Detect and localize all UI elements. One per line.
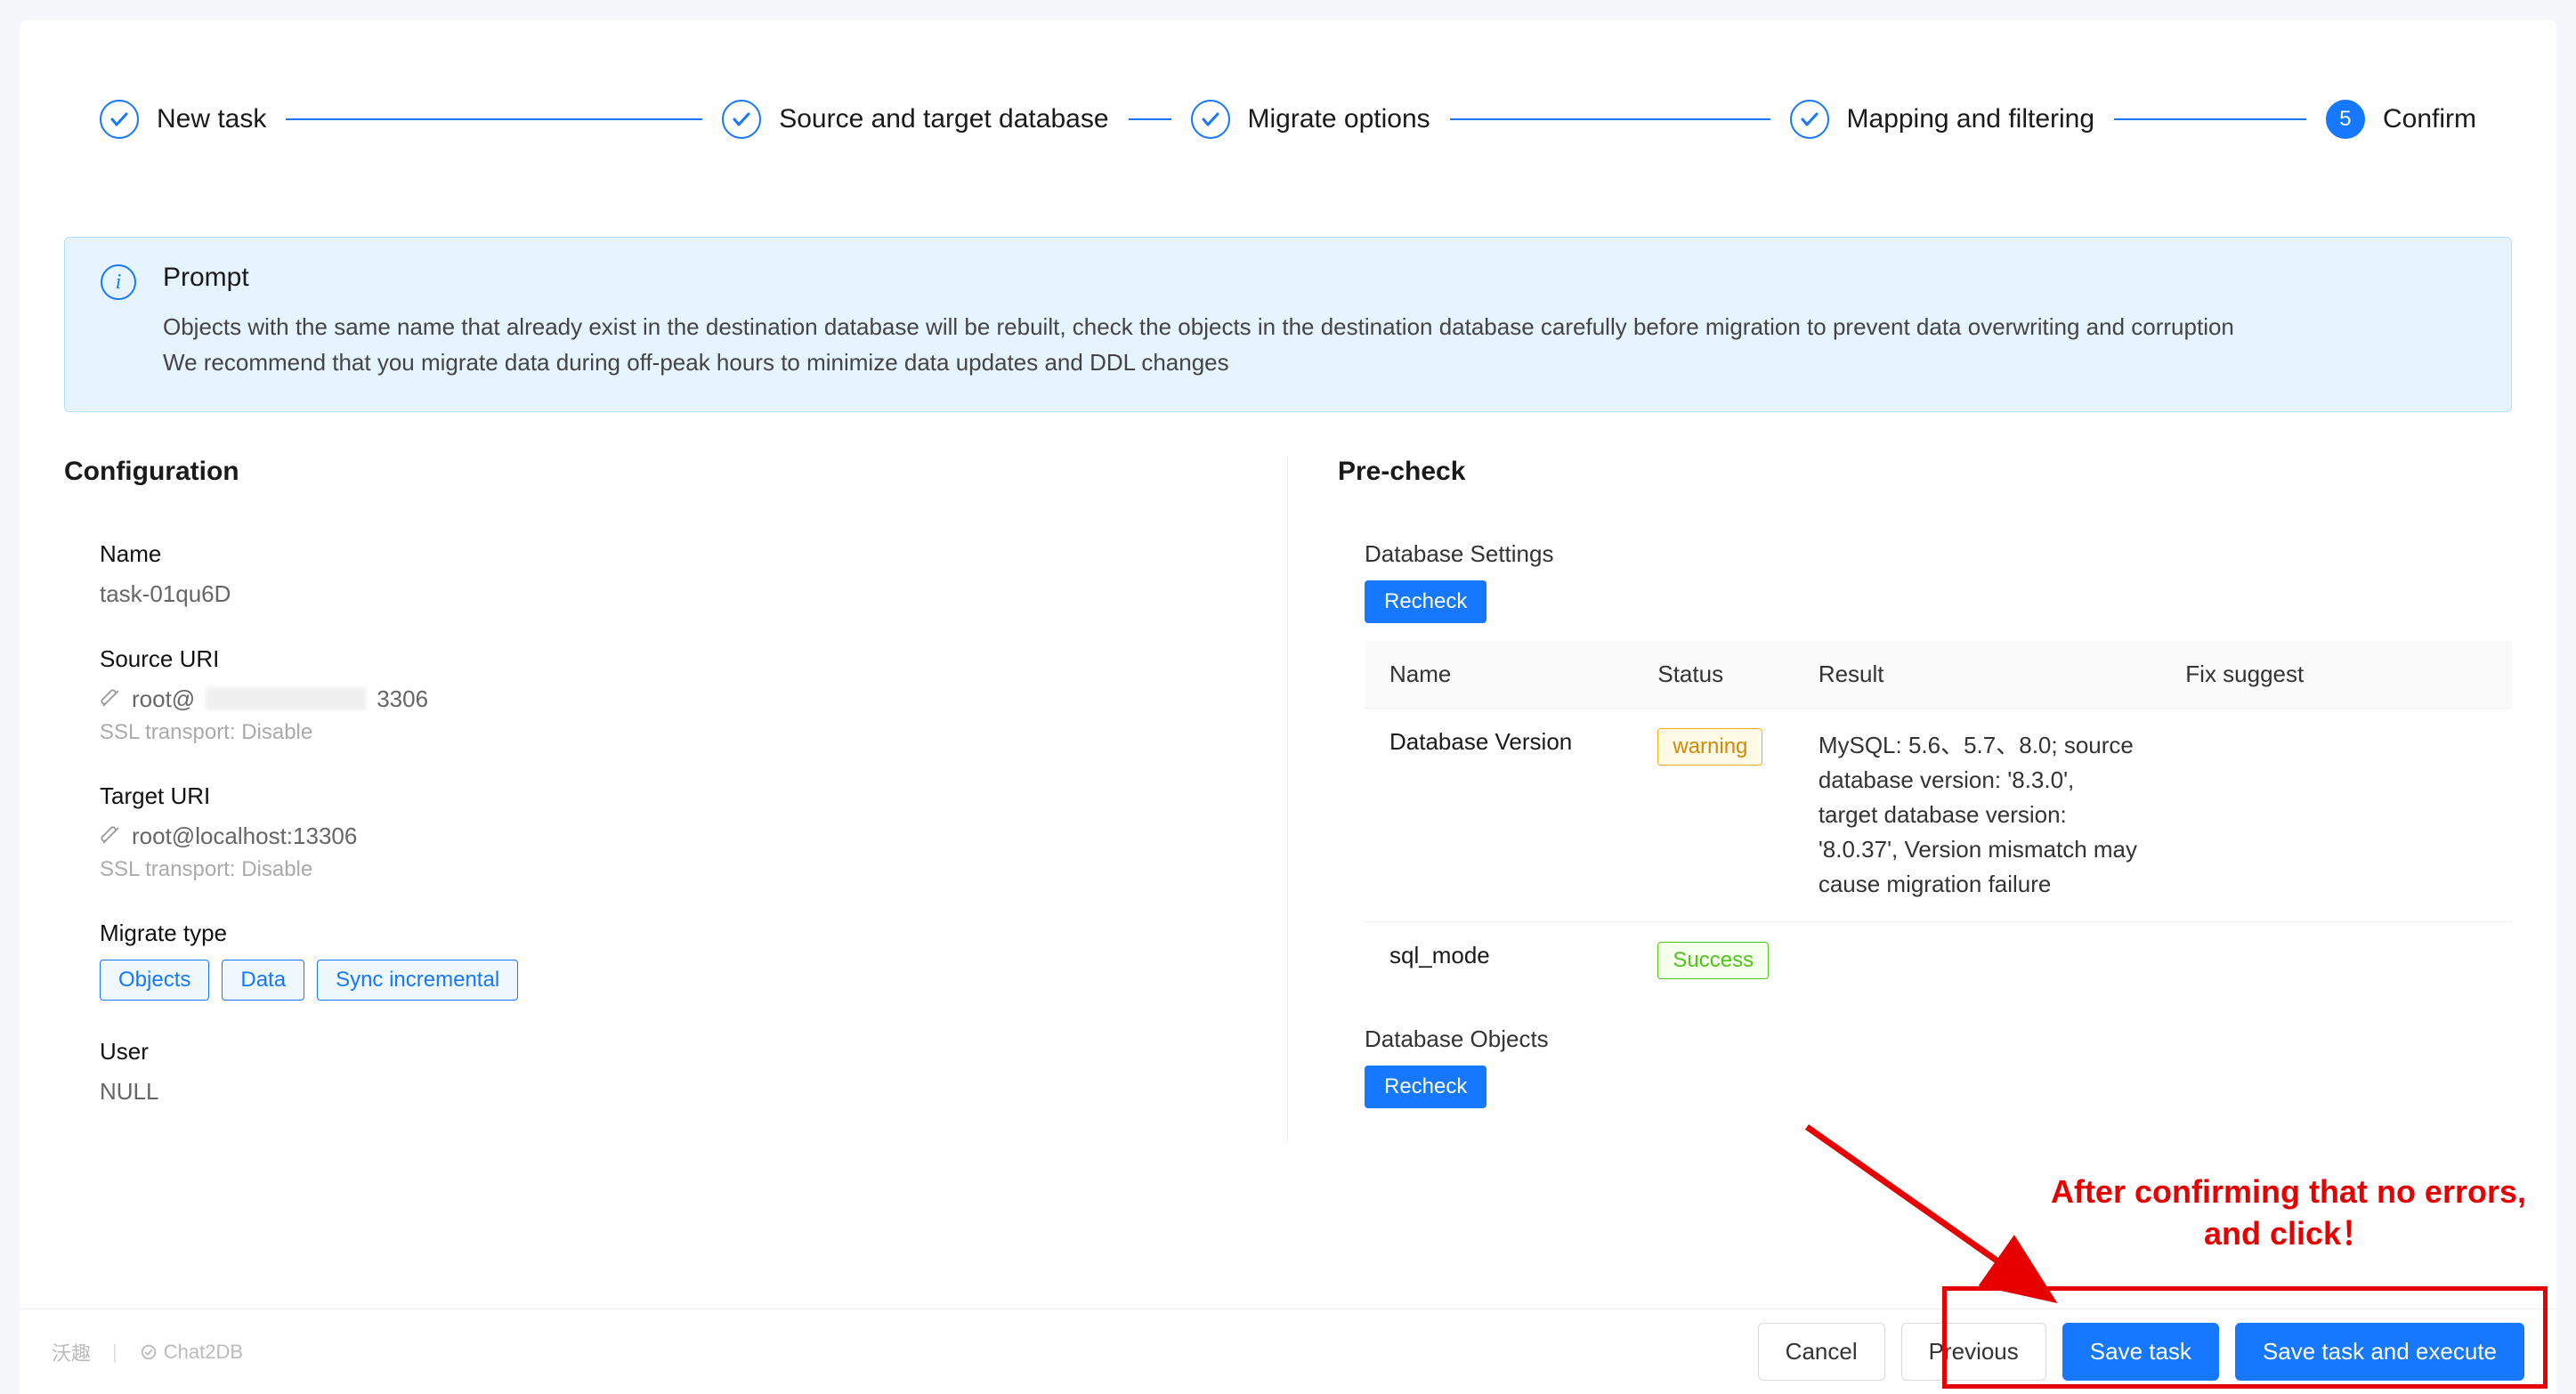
config-target-block: Target URI root@localhost:13306 SSL tran… xyxy=(64,782,1262,882)
step-connector xyxy=(1129,118,1171,120)
check-icon xyxy=(100,100,139,139)
stepper: New task Source and target database Migr… xyxy=(64,100,2512,139)
step-label: Migrate options xyxy=(1248,104,1430,134)
source-ssl: SSL transport: Disable xyxy=(100,720,1262,745)
col-status: Status xyxy=(1640,641,1800,709)
source-uri-prefix: root@ xyxy=(132,685,195,713)
source-uri-suffix: 3306 xyxy=(377,685,428,713)
recheck-objects-button[interactable]: Recheck xyxy=(1365,1066,1486,1108)
config-name-block: Name task-01qu6D xyxy=(64,540,1262,608)
content-row: Configuration Name task-01qu6D Source UR… xyxy=(64,457,2512,1143)
cell-name: Database Version xyxy=(1365,708,1640,921)
step-migrate-options[interactable]: Migrate options xyxy=(1191,100,1430,139)
cell-fix xyxy=(2167,708,2512,921)
config-source-block: Source URI root@ 3306 SSL transport: Dis… xyxy=(64,645,1262,745)
save-task-execute-button[interactable]: Save task and execute xyxy=(2235,1323,2524,1381)
config-migrate-type-block: Migrate type Objects Data Sync increment… xyxy=(64,920,1262,1001)
result-text: MySQL: 5.6、5.7、8.0; source database vers… xyxy=(1819,728,2139,902)
user-label: User xyxy=(100,1038,1262,1066)
step-connector xyxy=(286,118,702,120)
prompt-content: Prompt Objects with the same name that a… xyxy=(163,263,2234,381)
source-uri-redacted xyxy=(206,687,366,710)
step-new-task[interactable]: New task xyxy=(100,100,266,139)
footer-brands: 沃趣 | Chat2DB xyxy=(52,1338,243,1366)
previous-button[interactable]: Previous xyxy=(1901,1323,2046,1381)
footer-bar: 沃趣 | Chat2DB Cancel Previous Save task S… xyxy=(20,1309,2556,1394)
col-result: Result xyxy=(1801,641,2167,709)
name-value: task-01qu6D xyxy=(100,580,1262,608)
main-card: New task Source and target database Migr… xyxy=(20,20,2556,1394)
step-label: New task xyxy=(157,104,266,134)
cell-result: MySQL: 5.6、5.7、8.0; source database vers… xyxy=(1801,708,2167,921)
target-ssl: SSL transport: Disable xyxy=(100,857,1262,882)
save-task-button[interactable]: Save task xyxy=(2062,1323,2219,1381)
source-uri-label: Source URI xyxy=(100,645,1262,673)
footer-actions: Cancel Previous Save task Save task and … xyxy=(1758,1323,2524,1381)
database-objects-heading: Database Objects xyxy=(1365,1025,2512,1053)
configuration-column: Configuration Name task-01qu6D Source UR… xyxy=(64,457,1288,1143)
chat2db-icon xyxy=(139,1342,158,1362)
cell-status: Success xyxy=(1640,921,1800,999)
step-label: Mapping and filtering xyxy=(1847,104,2095,134)
step-confirm[interactable]: 5 Confirm xyxy=(2326,100,2476,139)
step-label: Source and target database xyxy=(779,104,1108,134)
configuration-title: Configuration xyxy=(64,457,1262,487)
check-icon xyxy=(1191,100,1230,139)
prompt-text-2: We recommend that you migrate data durin… xyxy=(163,344,2234,380)
precheck-column: Pre-check Database Settings Recheck Name… xyxy=(1288,457,2512,1143)
col-name: Name xyxy=(1365,641,1640,709)
step-label: Confirm xyxy=(2383,104,2476,134)
recheck-settings-button[interactable]: Recheck xyxy=(1365,580,1486,623)
chip-data: Data xyxy=(222,960,304,1001)
col-fix: Fix suggest xyxy=(2167,641,2512,709)
table-row: sql_mode Success xyxy=(1365,921,2512,999)
table-row: Database Version warning MySQL: 5.6、5.7、… xyxy=(1365,708,2512,921)
migrate-type-label: Migrate type xyxy=(100,920,1262,947)
brand-woqu: 沃趣 xyxy=(52,1338,91,1366)
step-connector xyxy=(2114,118,2306,120)
target-uri-value: root@localhost:13306 xyxy=(100,823,1262,850)
info-icon: i xyxy=(101,264,136,300)
precheck-settings-table: Name Status Result Fix suggest Database … xyxy=(1365,641,2512,999)
prompt-title: Prompt xyxy=(163,263,2234,293)
chip-objects: Objects xyxy=(100,960,209,1001)
separator: | xyxy=(112,1341,117,1364)
prompt-box: i Prompt Objects with the same name that… xyxy=(64,237,2512,412)
user-value: NULL xyxy=(100,1078,1262,1106)
cancel-button[interactable]: Cancel xyxy=(1758,1323,1885,1381)
cell-name: sql_mode xyxy=(1365,921,1640,999)
database-settings-heading: Database Settings xyxy=(1365,540,2512,568)
cell-result xyxy=(1801,921,2167,999)
plug-icon xyxy=(100,825,121,847)
table-header-row: Name Status Result Fix suggest xyxy=(1365,641,2512,709)
prompt-text-1: Objects with the same name that already … xyxy=(163,309,2234,344)
config-user-block: User NULL xyxy=(64,1038,1262,1106)
status-badge-success: Success xyxy=(1657,942,1769,979)
plug-icon xyxy=(100,688,121,709)
cell-status: warning xyxy=(1640,708,1800,921)
migrate-type-chips: Objects Data Sync incremental xyxy=(100,960,1262,1001)
status-badge-warning: warning xyxy=(1657,728,1762,766)
check-icon xyxy=(722,100,761,139)
precheck-title: Pre-check xyxy=(1338,457,2512,487)
target-uri-text: root@localhost:13306 xyxy=(132,823,357,850)
step-number-icon: 5 xyxy=(2326,100,2365,139)
cell-fix xyxy=(2167,921,2512,999)
step-connector xyxy=(1450,118,1770,120)
target-uri-label: Target URI xyxy=(100,782,1262,810)
step-source-target[interactable]: Source and target database xyxy=(722,100,1108,139)
check-icon xyxy=(1790,100,1829,139)
chip-sync-incremental: Sync incremental xyxy=(317,960,518,1001)
name-label: Name xyxy=(100,540,1262,568)
source-uri-value: root@ 3306 xyxy=(100,685,1262,713)
step-mapping-filtering[interactable]: Mapping and filtering xyxy=(1790,100,2095,139)
brand-chat2db: Chat2DB xyxy=(164,1341,243,1364)
